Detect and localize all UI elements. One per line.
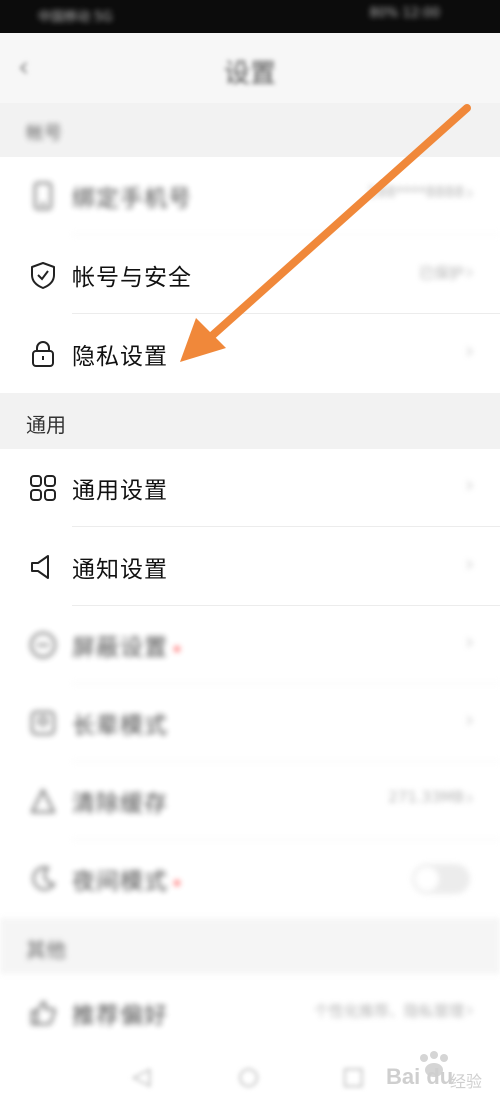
watermark-text: Bai du: [386, 1064, 454, 1089]
row-value: 188****8888: [367, 183, 464, 201]
row-label: 隐私设置: [72, 344, 168, 370]
divider: [72, 234, 500, 235]
section-header-account: 帐号: [0, 103, 500, 157]
red-dot-badge: [174, 645, 180, 652]
phone-icon: [28, 181, 58, 211]
toggle-knob: [415, 867, 439, 891]
chevron-right-icon: ›: [465, 786, 474, 811]
chevron-right-icon: ›: [465, 260, 474, 285]
nav-back-icon[interactable]: ◁: [132, 1062, 150, 1090]
title-bar: ‹ 设置: [0, 33, 500, 103]
section-header-other: 其他: [0, 918, 500, 974]
speaker-icon: [28, 552, 58, 582]
broom-icon: [28, 786, 58, 816]
section-label-account: 帐号: [26, 123, 62, 144]
section-label-other: 其他: [26, 938, 66, 962]
chevron-right-icon: ›: [465, 630, 474, 655]
row-label: 帐号与安全: [72, 265, 192, 291]
row-label: 推荐偏好: [72, 1003, 168, 1029]
row-clear-cache[interactable]: 清除缓存 271.33MB ›: [0, 762, 500, 840]
row-label: 长辈模式: [72, 713, 168, 739]
nav-recent-icon[interactable]: □: [342, 1062, 365, 1090]
shield-icon: [28, 260, 58, 290]
status-carrier: 中国移动 5G: [38, 10, 113, 25]
row-notification-settings[interactable]: 通知设置 ›: [0, 528, 500, 606]
section-label-general: 通用: [26, 413, 66, 437]
row-label-text: 夜间模式: [72, 869, 168, 895]
status-battery-time: 80% 12:00: [369, 6, 441, 21]
chevron-right-icon: ›: [465, 473, 474, 498]
chevron-right-icon: ›: [465, 708, 474, 733]
row-privacy-settings[interactable]: 隐私设置 ›: [0, 315, 500, 393]
nav-home-icon[interactable]: ○: [238, 1062, 259, 1090]
row-label: 夜间模式: [72, 862, 180, 896]
row-general-settings[interactable]: 通用设置 ›: [0, 449, 500, 527]
divider: [72, 313, 500, 314]
row-label: 屏蔽设置: [72, 628, 180, 662]
row-theme-mode: 夜间模式: [0, 840, 500, 918]
row-label: 通用设置: [72, 478, 168, 504]
row-label: 清除缓存: [72, 791, 168, 817]
row-block-settings[interactable]: 屏蔽设置 ›: [0, 606, 500, 684]
row-value: 已保护: [418, 264, 464, 282]
row-label: 绑定手机号: [72, 186, 192, 212]
row-account-security[interactable]: 帐号与安全 已保护 ›: [0, 236, 500, 314]
status-bar: 中国移动 5G 80% 12:00: [0, 0, 500, 33]
section-header-general: 通用: [0, 393, 500, 449]
page-title: 设置: [223, 59, 276, 89]
elder-icon: [28, 708, 58, 738]
chevron-right-icon: ›: [465, 552, 474, 577]
chevron-right-icon: ›: [465, 339, 474, 364]
moon-icon: [28, 864, 58, 894]
row-elder-mode[interactable]: 长辈模式 ›: [0, 684, 500, 762]
watermark-sub: 经验: [450, 1072, 483, 1091]
block-icon: [28, 630, 58, 660]
divider: [72, 526, 500, 527]
lock-icon: [28, 339, 58, 369]
chevron-right-icon: ›: [465, 181, 474, 206]
row-value: 271.33MB: [388, 788, 464, 806]
theme-toggle[interactable]: [412, 864, 470, 894]
row-label: 通知设置: [72, 557, 168, 583]
row-bind-phone[interactable]: 绑定手机号 188****8888 ›: [0, 157, 500, 235]
red-dot-badge: [174, 879, 180, 886]
grid-icon: [28, 473, 58, 503]
row-label-text: 屏蔽设置: [72, 635, 168, 661]
baidu-watermark: Bai du 经验: [370, 1050, 495, 1100]
thumb-icon: [28, 998, 58, 1028]
chevron-right-icon: ›: [465, 998, 474, 1023]
row-value: 个性化推荐、隐私管理: [313, 1002, 464, 1020]
